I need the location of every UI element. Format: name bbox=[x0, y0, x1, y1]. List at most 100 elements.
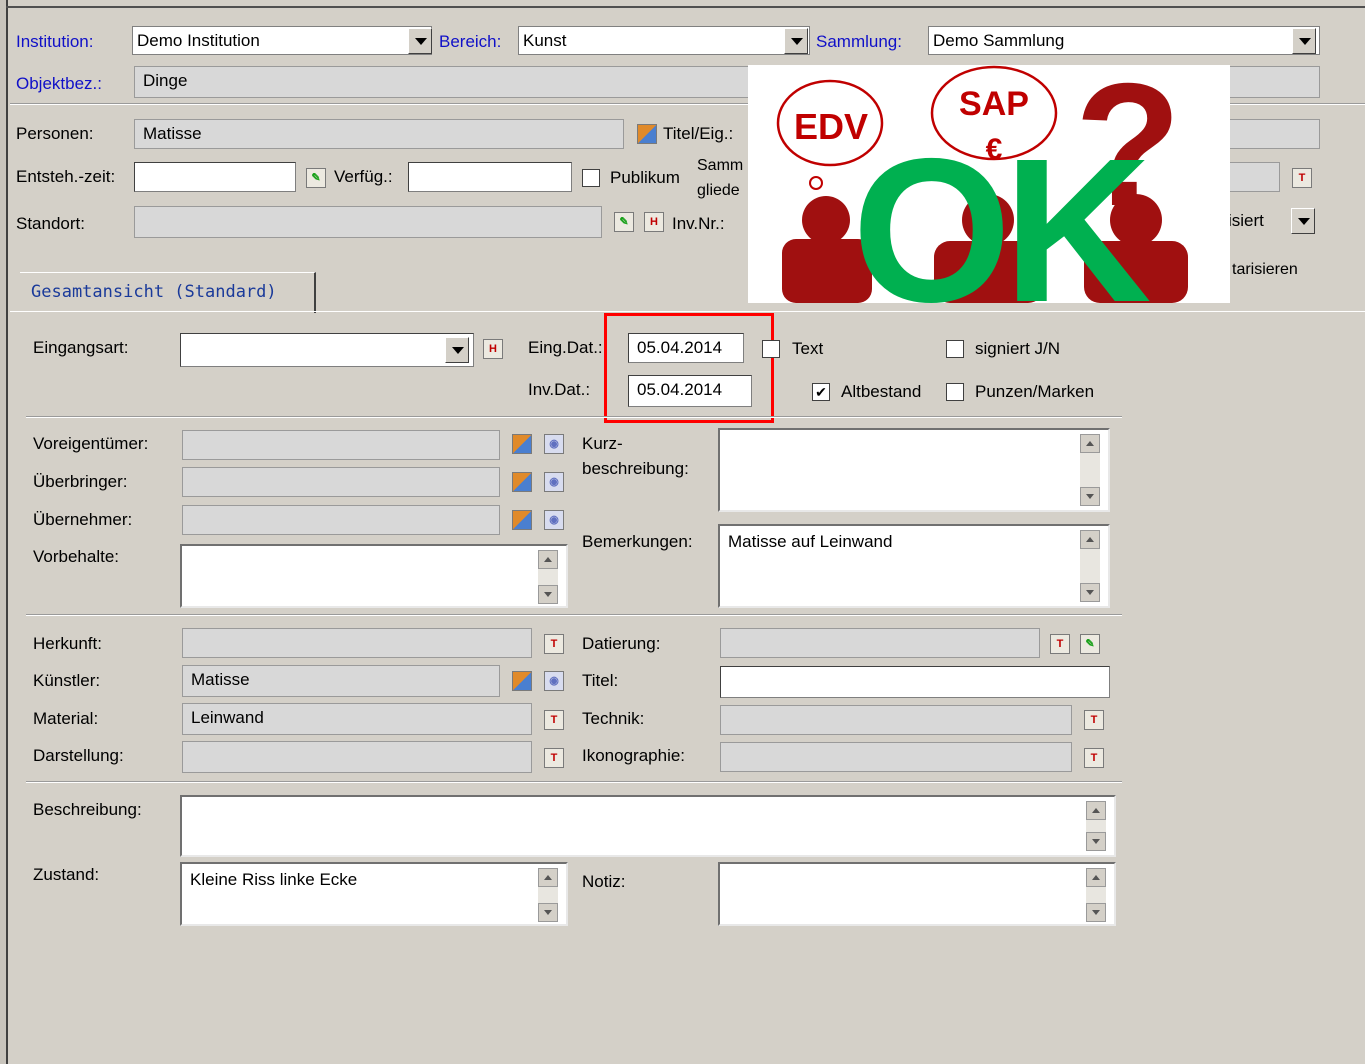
punzen-checkbox[interactable] bbox=[946, 383, 964, 401]
eingangsart-dropdown-button[interactable] bbox=[445, 337, 469, 363]
bereich-dropdown-button[interactable] bbox=[784, 28, 808, 54]
titel-eig-field[interactable] bbox=[1228, 119, 1320, 149]
ikonographie-text-icon[interactable]: T bbox=[1084, 748, 1104, 768]
tab-gesamtansicht[interactable]: Gesamtansicht (Standard) bbox=[20, 272, 316, 313]
eingangsart-history-icon[interactable]: H bbox=[483, 339, 503, 359]
material-field[interactable]: Leinwand bbox=[182, 703, 532, 735]
eingdat-label: Eing.Dat.: bbox=[528, 338, 603, 357]
institution-label: Institution: bbox=[16, 32, 94, 51]
institution-select[interactable]: Demo Institution bbox=[132, 26, 432, 55]
uebernehmer-field[interactable] bbox=[182, 505, 500, 535]
technik-field[interactable] bbox=[720, 705, 1072, 735]
edit-pencil-icon[interactable]: ✎ bbox=[306, 168, 326, 188]
section-divider-3 bbox=[26, 781, 1122, 783]
beschreibung-label: Beschreibung: bbox=[33, 800, 142, 819]
notiz-scrollbar[interactable] bbox=[1086, 868, 1106, 922]
standort-label: Standort: bbox=[16, 214, 85, 233]
zustand-label: Zustand: bbox=[33, 865, 100, 884]
herkunft-text-icon[interactable]: T bbox=[544, 634, 564, 654]
sammlung-dropdown-button[interactable] bbox=[1292, 28, 1316, 54]
uebernehmer-note-icon[interactable]: ◉ bbox=[544, 510, 564, 530]
vorbehalte-scrollbar[interactable] bbox=[538, 550, 558, 604]
punzen-label: Punzen/Marken bbox=[975, 382, 1095, 401]
notiz-textarea[interactable] bbox=[718, 862, 1116, 926]
darstellung-text-icon[interactable]: T bbox=[544, 748, 564, 768]
kurzbeschreibung-textarea[interactable] bbox=[718, 428, 1110, 512]
entsteh-label: Entsteh.-zeit: bbox=[16, 167, 116, 186]
sammlung-glied-field[interactable] bbox=[1228, 162, 1280, 192]
standort-history-icon[interactable]: H bbox=[644, 212, 664, 232]
sammlung-glied-label-1: Samm bbox=[697, 157, 744, 174]
publikum-checkbox[interactable] bbox=[582, 169, 600, 187]
signiert-checkbox[interactable] bbox=[946, 340, 964, 358]
standort-edit-icon[interactable]: ✎ bbox=[614, 212, 634, 232]
eingangsart-label: Eingangsart: bbox=[33, 338, 129, 357]
ueberbringer-person-icon[interactable] bbox=[512, 472, 532, 492]
invdat-label: Inv.Dat.: bbox=[528, 380, 591, 399]
kuenstler-field[interactable]: Matisse bbox=[182, 665, 500, 697]
signiert-label: signiert J/N bbox=[975, 339, 1061, 358]
bemerkungen-textarea[interactable]: Matisse auf Leinwand bbox=[718, 524, 1110, 608]
uebernehmer-person-icon[interactable] bbox=[512, 510, 532, 530]
vorbehalte-textarea[interactable] bbox=[180, 544, 568, 608]
vorbehalte-label: Vorbehalte: bbox=[33, 547, 120, 566]
technik-text-icon[interactable]: T bbox=[1084, 710, 1104, 730]
ikonographie-field[interactable] bbox=[720, 742, 1072, 772]
darstellung-field[interactable] bbox=[182, 741, 532, 773]
beschreibung-scrollbar[interactable] bbox=[1086, 801, 1106, 851]
datierung-edit-icon[interactable]: ✎ bbox=[1080, 634, 1100, 654]
titel-label: Titel: bbox=[582, 671, 619, 690]
zustand-textarea[interactable]: Kleine Riss linke Ecke bbox=[180, 862, 568, 926]
objektbez-label: Objektbez.: bbox=[16, 74, 102, 93]
institution-dropdown-button[interactable] bbox=[408, 28, 432, 54]
altbestand-checkbox[interactable]: ✔ bbox=[812, 383, 830, 401]
text-table-icon[interactable]: T bbox=[1292, 168, 1312, 188]
kuenstler-note-icon[interactable]: ◉ bbox=[544, 671, 564, 691]
voreigentuemer-person-icon[interactable] bbox=[512, 434, 532, 454]
datierung-text-icon[interactable]: T bbox=[1050, 634, 1070, 654]
ueberbringer-field[interactable] bbox=[182, 467, 500, 497]
sammlung-glied-label-2: gliede bbox=[697, 182, 740, 199]
sammlung-select[interactable]: Demo Sammlung bbox=[928, 26, 1320, 55]
titel-field[interactable] bbox=[720, 666, 1110, 698]
altbestand-label: Altbestand bbox=[841, 382, 922, 401]
personen-label: Personen: bbox=[16, 124, 94, 143]
bemerkungen-label: Bemerkungen: bbox=[582, 532, 693, 551]
ueberbringer-note-icon[interactable]: ◉ bbox=[544, 472, 564, 492]
standort-field[interactable] bbox=[134, 206, 602, 238]
herkunft-label: Herkunft: bbox=[33, 634, 102, 653]
text-checkbox[interactable] bbox=[762, 340, 780, 358]
publikum-label: Publikum bbox=[610, 168, 680, 187]
entsteh-field[interactable] bbox=[134, 162, 296, 192]
kuenstler-person-icon[interactable] bbox=[512, 671, 532, 691]
tab-panel-top-line bbox=[10, 311, 1365, 312]
personen-field[interactable]: Matisse bbox=[134, 119, 624, 149]
verfueg-field[interactable] bbox=[408, 162, 572, 192]
titel-eig-label: Titel/Eig.: bbox=[663, 124, 734, 143]
text-label: Text bbox=[792, 339, 824, 358]
status-dropdown-button[interactable] bbox=[1291, 208, 1315, 234]
kurzbeschreibung-label-1: Kurz- bbox=[582, 434, 623, 453]
datierung-label: Datierung: bbox=[582, 634, 661, 653]
section-divider-1 bbox=[26, 416, 1122, 418]
kurzbeschreibung-scrollbar[interactable] bbox=[1080, 434, 1100, 506]
material-text-icon[interactable]: T bbox=[544, 710, 564, 730]
bemerkungen-scrollbar[interactable] bbox=[1080, 530, 1100, 602]
section-divider-2 bbox=[26, 614, 1122, 616]
tab-label: Gesamtansicht (Standard) bbox=[31, 282, 277, 302]
voreigentuemer-note-icon[interactable]: ◉ bbox=[544, 434, 564, 454]
herkunft-field[interactable] bbox=[182, 628, 532, 658]
datierung-field[interactable] bbox=[720, 628, 1040, 658]
voreigentuemer-label: Voreigentümer: bbox=[33, 434, 149, 453]
ueberbringer-label: Überbringer: bbox=[33, 472, 128, 491]
person-lookup-icon[interactable] bbox=[637, 124, 657, 144]
bereich-select[interactable]: Kunst bbox=[518, 26, 810, 55]
invnr-label: Inv.Nr.: bbox=[672, 214, 725, 233]
beschreibung-textarea[interactable] bbox=[180, 795, 1116, 857]
bereich-label: Bereich: bbox=[439, 32, 502, 51]
zustand-scrollbar[interactable] bbox=[538, 868, 558, 922]
voreigentuemer-field[interactable] bbox=[182, 430, 500, 460]
eingangsart-select[interactable] bbox=[180, 333, 474, 367]
notiz-label: Notiz: bbox=[582, 872, 626, 891]
date-highlight-box bbox=[604, 313, 774, 423]
